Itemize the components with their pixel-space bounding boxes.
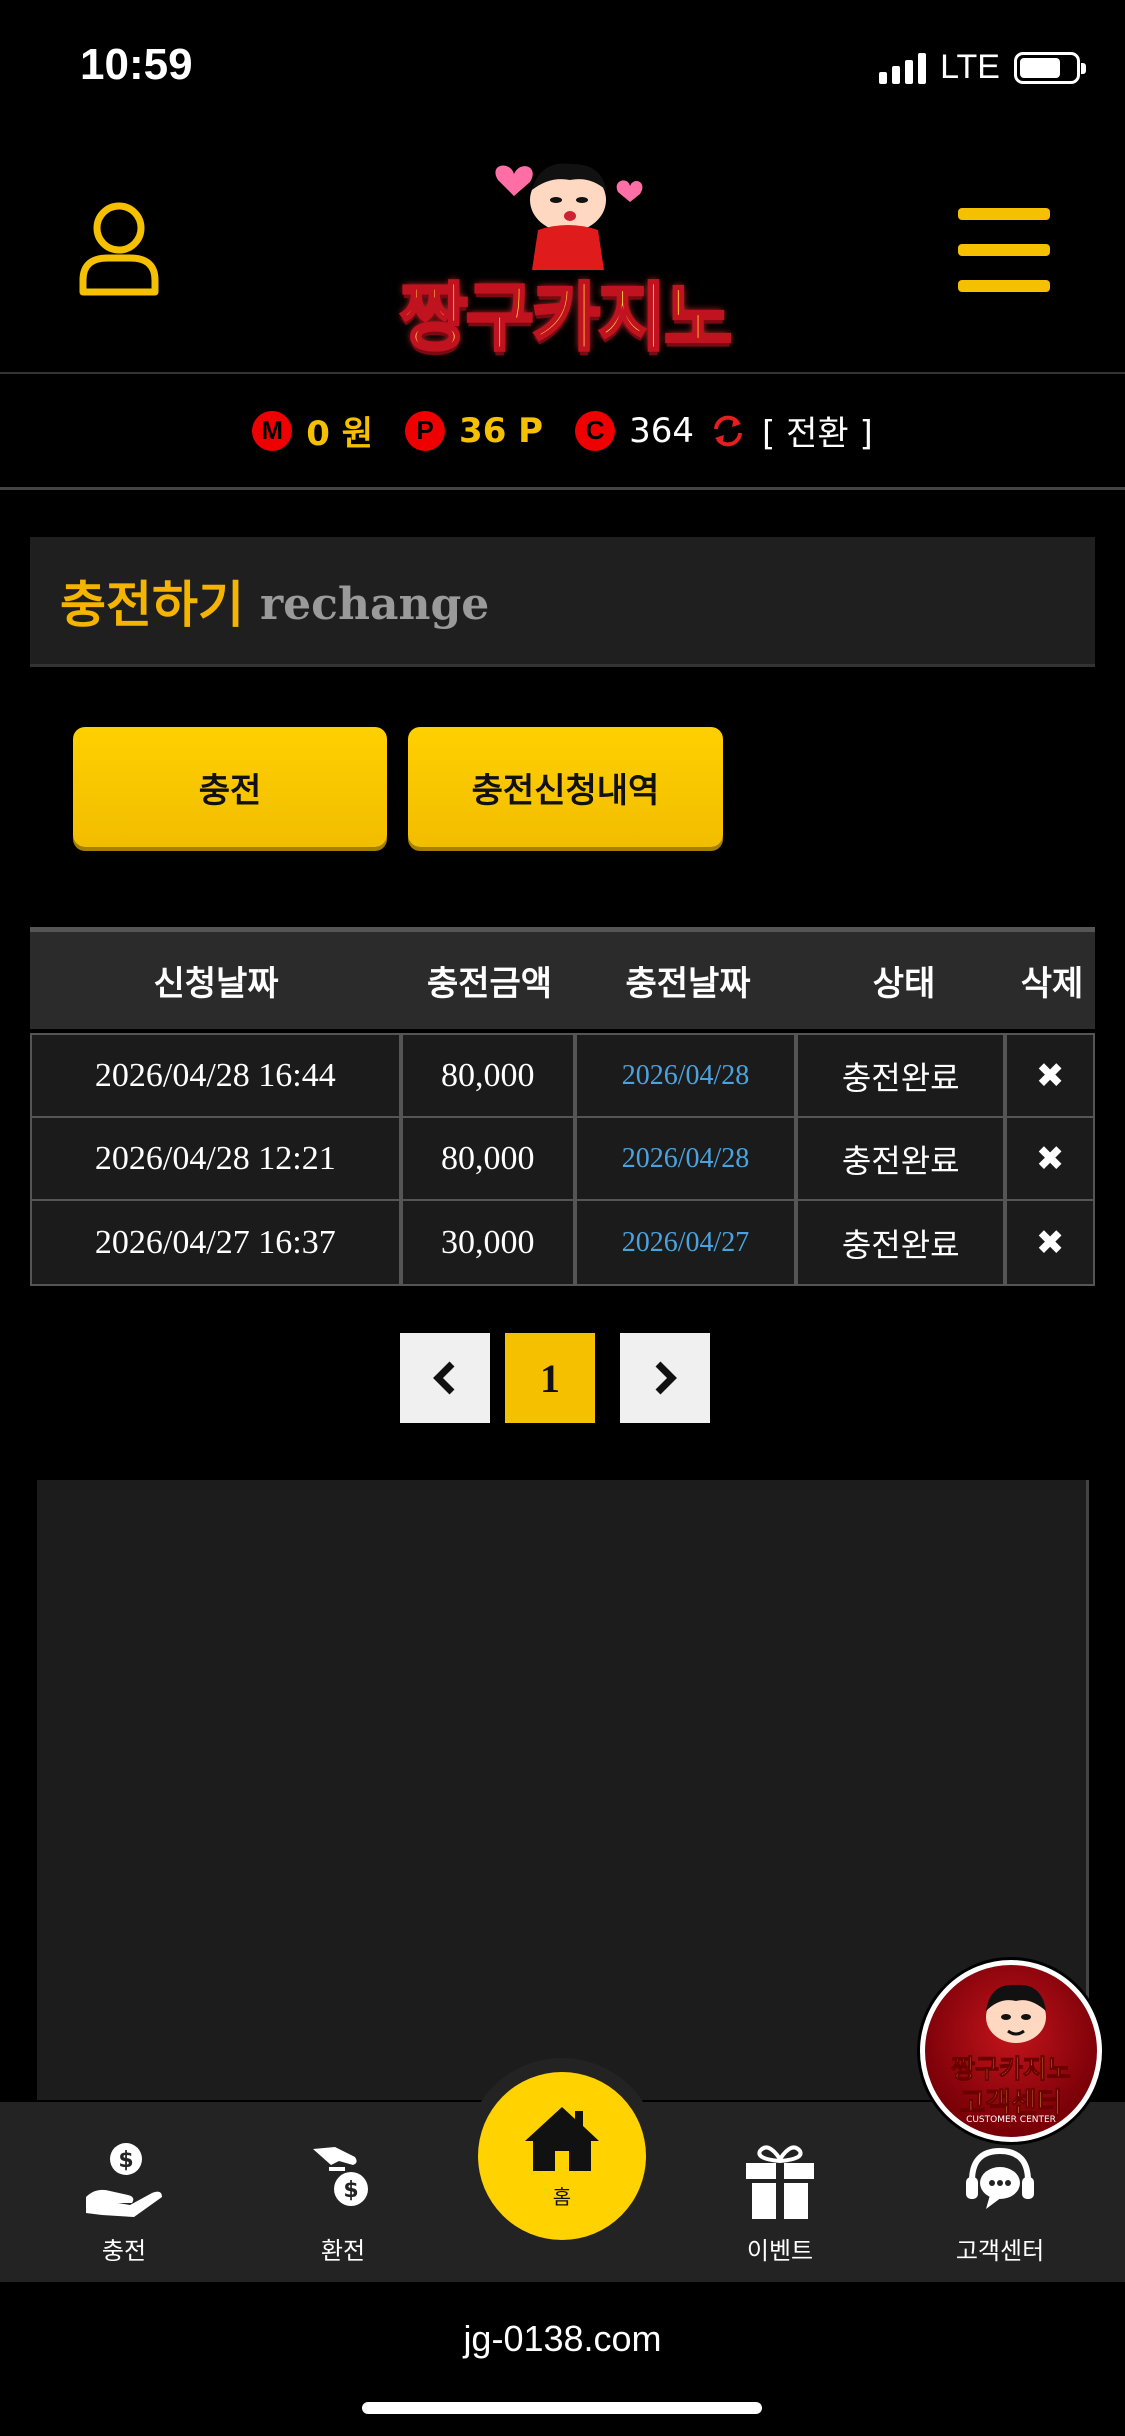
charge-date-cell: 2026/04/28 (576, 1035, 799, 1116)
bottom-navigation: $ 충전 $ 환전 홈 이벤트 고객센터 (0, 2058, 1125, 2282)
delete-icon[interactable]: ✖ (1007, 1201, 1093, 1284)
status-cell: 충전완료 (798, 1118, 1008, 1199)
coin-balance: 364 (629, 410, 695, 451)
svg-text:$: $ (343, 2178, 358, 2203)
battery-icon (1014, 51, 1086, 84)
browser-url-bar: jg-0138.com (0, 2282, 1125, 2436)
hamburger-menu-icon[interactable] (958, 208, 1050, 292)
point-badge: P (405, 410, 446, 451)
delete-icon[interactable]: ✖ (1007, 1035, 1093, 1116)
money-badge: M (252, 410, 293, 451)
charge-date-cell: 2026/04/28 (576, 1118, 799, 1199)
charge-history-table: 신청날짜 충전금액 충전날짜 상태 삭제 2026/04/28 16:44 80… (30, 927, 1095, 1286)
status-cell: 충전완료 (798, 1035, 1008, 1116)
nav-charge[interactable]: $ 충전 (34, 2102, 214, 2282)
customer-center-button[interactable]: 짱구카지노 고객센터 CUSTOMER CENTER (920, 1960, 1102, 2142)
charge-history-button[interactable]: 충전신청내역 (408, 727, 723, 847)
chevron-left-icon (433, 1361, 455, 1395)
nav-exchange[interactable]: $ 환전 (253, 2102, 433, 2282)
mascot-icon (986, 1984, 1046, 2043)
nav-event[interactable]: 이벤트 (690, 2102, 870, 2282)
nav-home[interactable]: 홈 (478, 2072, 646, 2240)
money-hand-icon: $ (86, 2143, 162, 2217)
column-header-charge-date: 충전날짜 (625, 964, 751, 1004)
user-icon[interactable] (78, 202, 160, 296)
money-balance: 0 원 (306, 414, 374, 454)
status-cell: 충전완료 (798, 1201, 1008, 1284)
page-title-korean: 충전하기 (60, 575, 244, 634)
switch-button[interactable]: [ 전환 ] (762, 406, 873, 455)
request-date-cell: 2026/04/28 12:21 (32, 1118, 403, 1199)
url-text[interactable]: jg-0138.com (0, 2318, 1125, 2360)
column-header-request-date: 신청날짜 (153, 964, 279, 1004)
signal-icon (879, 52, 927, 84)
table-body: 2026/04/28 16:44 80,000 2026/04/28 충전완료 … (30, 1033, 1095, 1286)
status-time: 10:59 (80, 40, 193, 89)
column-header-amount: 충전금액 (426, 964, 553, 1004)
money-exchange-icon: $ (313, 2147, 368, 2206)
headset-chat-icon (966, 2147, 1034, 2209)
logo-character-icon (495, 163, 643, 270)
nav-charge-label: 충전 (101, 2237, 147, 2265)
home-indicator (362, 2402, 762, 2414)
charge-date-cell: 2026/04/27 (576, 1201, 799, 1284)
home-icon (525, 2106, 599, 2171)
next-page-button[interactable] (620, 1333, 710, 1423)
logo-text: 짱구카지노 (398, 274, 733, 363)
prev-page-button[interactable] (400, 1333, 490, 1423)
point-balance: 36 P (459, 410, 544, 451)
status-bar: 10:59 LTE (0, 0, 1125, 130)
nav-home-label: 홈 (552, 2184, 572, 2209)
table-row: 2026/04/28 16:44 80,000 2026/04/28 충전완료 … (32, 1035, 1093, 1118)
charge-button[interactable]: 충전 (73, 727, 387, 847)
site-logo[interactable]: 짱구카지노 (380, 150, 750, 363)
gift-icon (746, 2145, 814, 2219)
chevron-right-icon (655, 1361, 677, 1395)
page-title: 충전하기 rechange (30, 537, 1095, 667)
amount-cell: 80,000 (402, 1118, 577, 1199)
svg-text:$: $ (118, 2148, 133, 2173)
coin-badge: C (575, 410, 616, 451)
page-title-english: rechange (260, 579, 490, 630)
table-row: 2026/04/28 12:21 80,000 2026/04/28 충전완료 … (32, 1118, 1093, 1201)
column-header-delete: 삭제 (1020, 964, 1084, 1004)
request-date-cell: 2026/04/27 16:37 (32, 1201, 403, 1284)
refresh-icon[interactable] (708, 411, 748, 451)
amount-cell: 30,000 (402, 1201, 577, 1284)
table-header: 신청날짜 충전금액 충전날짜 상태 삭제 (30, 927, 1095, 1029)
customer-center-sub: CUSTOMER CENTER (966, 2115, 1056, 2125)
nav-exchange-label: 환전 (320, 2237, 366, 2265)
network-label: LTE (940, 48, 1000, 86)
request-date-cell: 2026/04/28 16:44 (32, 1035, 403, 1116)
page-number-current[interactable]: 1 (505, 1333, 595, 1423)
nav-event-label: 이벤트 (746, 2237, 814, 2265)
balance-bar: M 0 원 P 36 P C 364 [ 전환 ] (0, 374, 1125, 490)
column-header-status: 상태 (872, 964, 936, 1004)
status-indicators: LTE (879, 48, 1086, 87)
amount-cell: 80,000 (402, 1035, 577, 1116)
table-row: 2026/04/27 16:37 30,000 2026/04/27 충전완료 … (32, 1201, 1093, 1284)
delete-icon[interactable]: ✖ (1007, 1118, 1093, 1199)
site-header: 짱구카지노 (0, 130, 1125, 374)
nav-support-label: 고객센터 (955, 2237, 1045, 2265)
